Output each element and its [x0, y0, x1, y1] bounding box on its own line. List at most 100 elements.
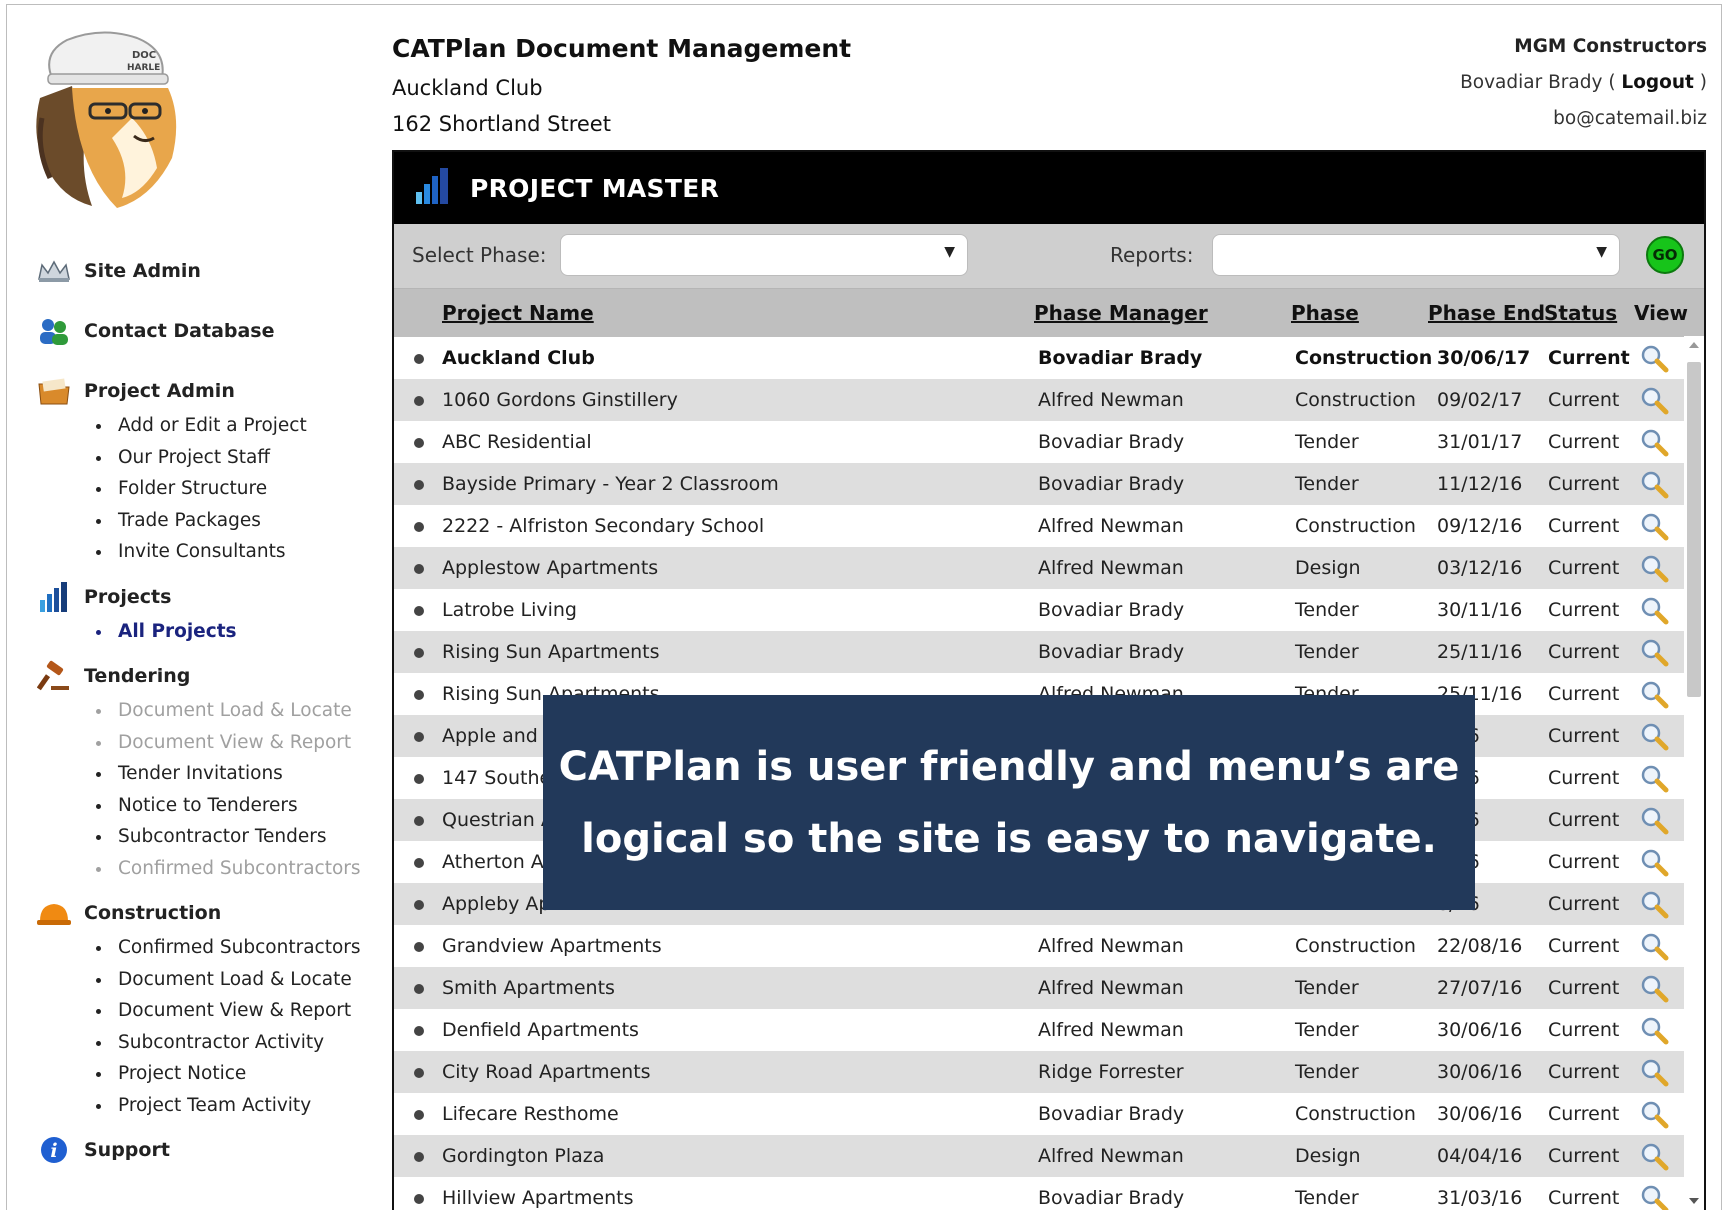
table-row[interactable]: 2222 - Alfriston Secondary School Alfred … [394, 505, 1704, 547]
row-bullet-icon [414, 606, 424, 616]
table-row[interactable]: Bayside Primary - Year 2 Classroom Bovadi… [394, 463, 1704, 505]
magnifier-view-icon[interactable] [1639, 805, 1669, 835]
sidebar-item-construction[interactable]: Construction [36, 896, 366, 930]
sidebar-item-support[interactable]: i Support [36, 1133, 366, 1167]
magnifier-view-icon[interactable] [1639, 721, 1669, 751]
table-row[interactable]: Rising Sun Apartments Bovadiar Brady Tende… [394, 631, 1704, 673]
scroll-up-arrow-icon[interactable] [1689, 342, 1699, 348]
cell-project-name: Atherton Ap [442, 851, 556, 873]
cell-phase: Tender [1295, 473, 1359, 495]
cell-status: Current [1548, 1061, 1620, 1083]
table-row[interactable]: Hillview Apartments Bovadiar Brady Tender 3… [394, 1177, 1704, 1210]
cell-phase-end: 11/12/16 [1437, 473, 1523, 495]
magnifier-view-icon[interactable] [1639, 1141, 1669, 1171]
magnifier-view-icon[interactable] [1639, 889, 1669, 919]
magnifier-view-icon[interactable] [1639, 973, 1669, 1003]
table-row[interactable]: ABC Residential Bovadiar Brady Tender 31/01… [394, 421, 1704, 463]
cell-phase: Tender [1295, 1019, 1359, 1041]
reports-dropdown[interactable]: ▼ [1212, 234, 1620, 276]
cell-project-name: Questrian A [442, 809, 554, 831]
table-row[interactable]: Smith Apartments Alfred Newman Tender 27/07… [394, 967, 1704, 1009]
col-phase-end[interactable]: Phase End [1428, 301, 1545, 325]
sidebar-link[interactable]: Confirmed Subcontractors [96, 853, 366, 885]
sidebar-link[interactable]: Subcontractor Activity [96, 1027, 366, 1059]
sidebar-item-contact-database[interactable]: Contact Database [36, 314, 366, 348]
sidebar-link[interactable]: Our Project Staff [96, 442, 366, 474]
table-row[interactable]: Denfield Apartments Alfred Newman Tender 30… [394, 1009, 1704, 1051]
scroll-thumb[interactable] [1687, 362, 1701, 697]
cell-phase-end: 30/06/16 [1437, 1061, 1523, 1083]
cell-status: Current [1548, 893, 1620, 915]
sidebar-link-all-projects[interactable]: All Projects [96, 616, 366, 648]
sidebar-link[interactable]: Invite Consultants [96, 536, 366, 568]
magnifier-view-icon[interactable] [1639, 931, 1669, 961]
col-project-name[interactable]: Project Name [442, 301, 594, 325]
magnifier-view-icon[interactable] [1639, 343, 1669, 373]
sidebar-link[interactable]: Document View & Report [96, 727, 366, 759]
sidebar-item-tendering[interactable]: Tendering [36, 659, 366, 693]
sidebar-link[interactable]: Project Team Activity [96, 1090, 366, 1122]
sidebar-item-site-admin[interactable]: Site Admin [36, 254, 366, 288]
sidebar-link[interactable]: Project Notice [96, 1058, 366, 1090]
table-row[interactable]: Gordington Plaza Alfred Newman Design 04/04… [394, 1135, 1704, 1177]
magnifier-view-icon[interactable] [1639, 553, 1669, 583]
sidebar-link[interactable]: Document Load & Locate [96, 964, 366, 996]
row-bullet-icon [414, 480, 424, 490]
magnifier-view-icon[interactable] [1639, 763, 1669, 793]
table-row[interactable]: City Road Apartments Ridge Forrester Tende… [394, 1051, 1704, 1093]
sidebar-nav: Site Admin Contact Database Project Admi… [36, 250, 366, 1167]
sidebar-item-label: Support [84, 1139, 170, 1161]
table-scrollbar[interactable] [1684, 336, 1704, 1210]
cell-status: Current [1548, 851, 1620, 873]
sidebar-link[interactable]: Document View & Report [96, 995, 366, 1027]
bar-chart-icon [414, 166, 452, 210]
svg-text:i: i [50, 1140, 57, 1162]
sidebar-link[interactable]: Subcontractor Tenders [96, 821, 366, 853]
row-bullet-icon [414, 1068, 424, 1078]
sidebar-item-label: Site Admin [84, 260, 201, 282]
cell-status: Current [1548, 977, 1620, 999]
dropdown-arrow-icon: ▼ [944, 244, 955, 260]
sidebar-link[interactable]: Add or Edit a Project [96, 410, 366, 442]
go-button[interactable]: GO [1646, 236, 1684, 274]
sidebar-item-project-admin[interactable]: Project Admin [36, 374, 366, 408]
magnifier-view-icon[interactable] [1639, 1183, 1669, 1210]
table-row[interactable]: Latrobe Living Bovadiar Brady Tender 30/11/… [394, 589, 1704, 631]
magnifier-view-icon[interactable] [1639, 1057, 1669, 1087]
magnifier-view-icon[interactable] [1639, 1099, 1669, 1129]
cell-status: Current [1548, 515, 1620, 537]
cell-phase-manager: Ridge Forrester [1038, 1061, 1184, 1083]
col-phase[interactable]: Phase [1291, 301, 1359, 325]
table-row[interactable]: Grandview Apartments Alfred Newman Constru… [394, 925, 1704, 967]
sidebar-link[interactable]: Notice to Tenderers [96, 790, 366, 822]
sidebar-link[interactable]: Tender Invitations [96, 758, 366, 790]
table-row[interactable]: Applestow Apartments Alfred Newman Design 0… [394, 547, 1704, 589]
sidebar-item-projects[interactable]: Projects [36, 580, 366, 614]
magnifier-view-icon[interactable] [1639, 385, 1669, 415]
sidebar-link[interactable]: Document Load & Locate [96, 695, 366, 727]
magnifier-view-icon[interactable] [1639, 595, 1669, 625]
sidebar-link[interactable]: Trade Packages [96, 505, 366, 537]
magnifier-view-icon[interactable] [1639, 847, 1669, 877]
sidebar-link[interactable]: Folder Structure [96, 473, 366, 505]
gavel-icon [36, 660, 72, 691]
magnifier-view-icon[interactable] [1639, 1015, 1669, 1045]
magnifier-view-icon[interactable] [1639, 679, 1669, 709]
cell-phase-end: 31/03/16 [1437, 1187, 1523, 1209]
cell-status: Current [1548, 683, 1620, 705]
cell-project-name: City Road Apartments [442, 1061, 651, 1083]
magnifier-view-icon[interactable] [1639, 427, 1669, 457]
magnifier-view-icon[interactable] [1639, 511, 1669, 541]
table-row[interactable]: 1060 Gordons Ginstillery Alfred Newman Con… [394, 379, 1704, 421]
logout-link[interactable]: Logout [1621, 72, 1693, 93]
scroll-down-arrow-icon[interactable] [1689, 1198, 1699, 1204]
table-row[interactable]: Lifecare Resthome Bovadiar Brady Construct… [394, 1093, 1704, 1135]
col-status[interactable]: Status [1544, 301, 1617, 325]
sidebar-link[interactable]: Confirmed Subcontractors [96, 932, 366, 964]
cell-project-name: Latrobe Living [442, 599, 577, 621]
magnifier-view-icon[interactable] [1639, 469, 1669, 499]
magnifier-view-icon[interactable] [1639, 637, 1669, 667]
table-row[interactable]: Auckland Club Bovadiar Brady Construction 3… [394, 337, 1704, 379]
select-phase-dropdown[interactable]: ▼ [560, 234, 968, 276]
col-phase-manager[interactable]: Phase Manager [1034, 301, 1208, 325]
